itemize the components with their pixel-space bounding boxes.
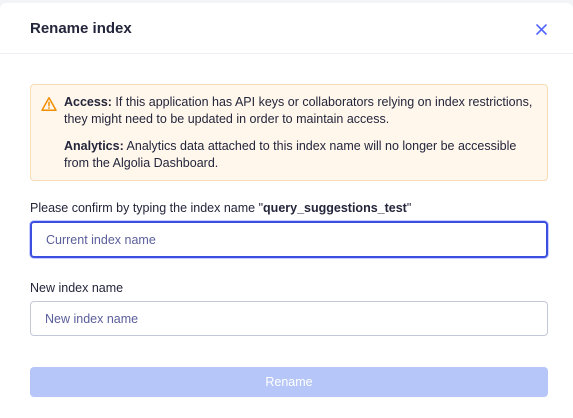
current-index-name-input[interactable]	[30, 221, 548, 258]
new-index-name-label: New index name	[30, 281, 124, 295]
analytics-text: Analytics data attached to this index na…	[64, 139, 517, 170]
dialog-header: Rename index	[0, 3, 573, 54]
rename-button[interactable]: Rename	[30, 367, 548, 397]
rename-index-dialog: Rename index Access: If this application…	[0, 3, 573, 418]
new-index-name-input[interactable]	[30, 301, 548, 336]
confirm-index-name: query_suggestions_test	[263, 201, 407, 215]
close-icon[interactable]	[531, 19, 551, 39]
confirm-label-suffix: "	[406, 201, 412, 215]
confirm-label: Please confirm by typing the index name …	[30, 201, 411, 215]
alert-text: Access: If this application has API keys…	[64, 94, 540, 182]
analytics-label: Analytics:	[64, 139, 124, 153]
warning-alert: Access: If this application has API keys…	[30, 84, 548, 181]
access-label: Access:	[64, 95, 112, 109]
access-text: If this application has API keys or coll…	[64, 95, 533, 126]
access-note: Access: If this application has API keys…	[64, 94, 540, 128]
confirm-label-prefix: Please confirm by typing the index name …	[30, 201, 264, 215]
dialog-title: Rename index	[30, 20, 132, 37]
warning-icon	[41, 97, 57, 111]
analytics-note: Analytics: Analytics data attached to th…	[64, 138, 540, 172]
